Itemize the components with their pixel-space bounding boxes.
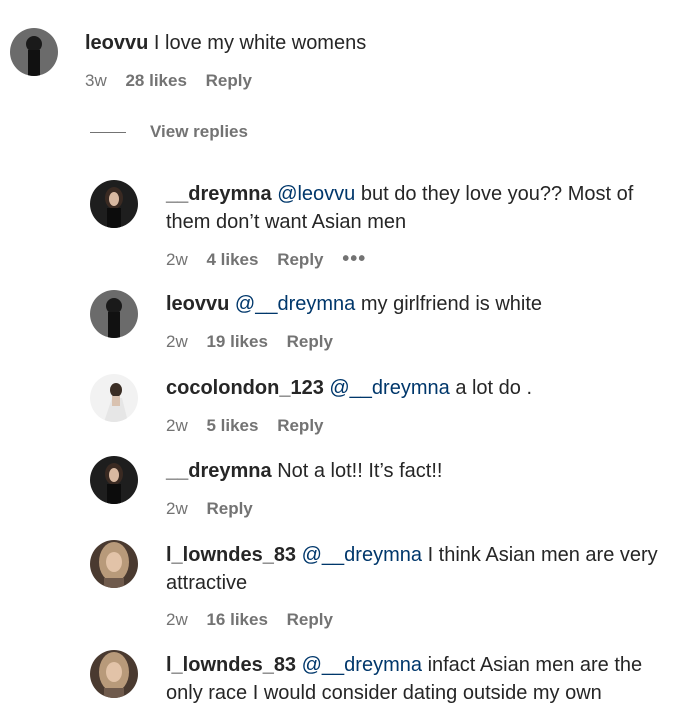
timestamp: 2w <box>166 332 188 351</box>
timestamp: 2w <box>166 416 188 435</box>
mention[interactable]: @__dreymna <box>302 544 422 566</box>
comment-text: leovvu @__dreymna my girlfriend is white <box>166 290 671 318</box>
mention[interactable]: @__dreymna <box>329 377 449 399</box>
reply-button[interactable]: Reply <box>206 499 252 518</box>
avatar[interactable] <box>10 28 58 76</box>
username[interactable]: __dreymna <box>166 460 272 482</box>
avatar[interactable] <box>90 540 138 588</box>
comment-meta: 2w 4 likes Reply ••• <box>166 248 380 271</box>
reply-button[interactable]: Reply <box>287 610 333 629</box>
reply-button[interactable]: Reply <box>287 332 333 351</box>
comment-body: I love my white womens <box>153 32 367 54</box>
reply-button[interactable]: Reply <box>206 71 252 90</box>
username[interactable]: l_lowndes_83 <box>166 544 296 566</box>
comment-meta: 2w 5 likes Reply <box>166 415 338 437</box>
username[interactable]: cocolondon_123 <box>166 377 324 399</box>
username[interactable]: __dreymna <box>166 183 272 205</box>
comment-text: l_lowndes_83 @__dreymna infact Asian men… <box>166 651 671 707</box>
likes-count[interactable]: 28 likes <box>125 71 186 90</box>
comment-body: Not a lot!! It’s fact!! <box>277 460 443 482</box>
comment-meta: 3w 28 likes Reply <box>85 70 266 92</box>
reply-button[interactable]: Reply <box>277 250 323 269</box>
likes-count[interactable]: 16 likes <box>206 610 267 629</box>
comment-body: a lot do . <box>455 377 533 399</box>
username[interactable]: l_lowndes_83 <box>166 654 296 676</box>
username[interactable]: leovvu <box>85 32 148 54</box>
comment-text: __dreymna @leovvu but do they love you??… <box>166 180 671 236</box>
avatar[interactable] <box>90 180 138 228</box>
timestamp: 2w <box>166 499 188 518</box>
mention[interactable]: @__dreymna <box>302 654 422 676</box>
avatar[interactable] <box>90 650 138 698</box>
comment-text: cocolondon_123 @__dreymna a lot do . <box>166 374 671 402</box>
mention[interactable]: @__dreymna <box>235 293 355 315</box>
likes-count[interactable]: 4 likes <box>206 250 258 269</box>
more-options-icon[interactable]: ••• <box>342 248 366 270</box>
comment-meta: 2w Reply <box>166 498 267 520</box>
timestamp: 2w <box>166 610 188 629</box>
avatar[interactable] <box>90 374 138 422</box>
likes-count[interactable]: 5 likes <box>206 416 258 435</box>
avatar[interactable] <box>90 290 138 338</box>
timestamp: 2w <box>166 250 188 269</box>
comment-text: leovvu I love my white womens <box>85 29 675 57</box>
comment-text: __dreymna Not a lot!! It’s fact!! <box>166 457 671 485</box>
divider <box>90 131 126 133</box>
mention[interactable]: @leovvu <box>277 183 355 205</box>
view-replies[interactable]: View replies <box>90 120 248 144</box>
timestamp: 3w <box>85 71 107 90</box>
comment-meta: 2w 19 likes Reply <box>166 331 347 353</box>
comment-text: l_lowndes_83 @__dreymna I think Asian me… <box>166 541 671 597</box>
reply-button[interactable]: Reply <box>277 416 323 435</box>
comment-body: my girlfriend is white <box>360 293 543 315</box>
username[interactable]: leovvu <box>166 293 229 315</box>
view-replies-button[interactable]: View replies <box>150 122 248 142</box>
comment-meta: 2w 16 likes Reply <box>166 609 347 631</box>
likes-count[interactable]: 19 likes <box>206 332 267 351</box>
avatar[interactable] <box>90 456 138 504</box>
